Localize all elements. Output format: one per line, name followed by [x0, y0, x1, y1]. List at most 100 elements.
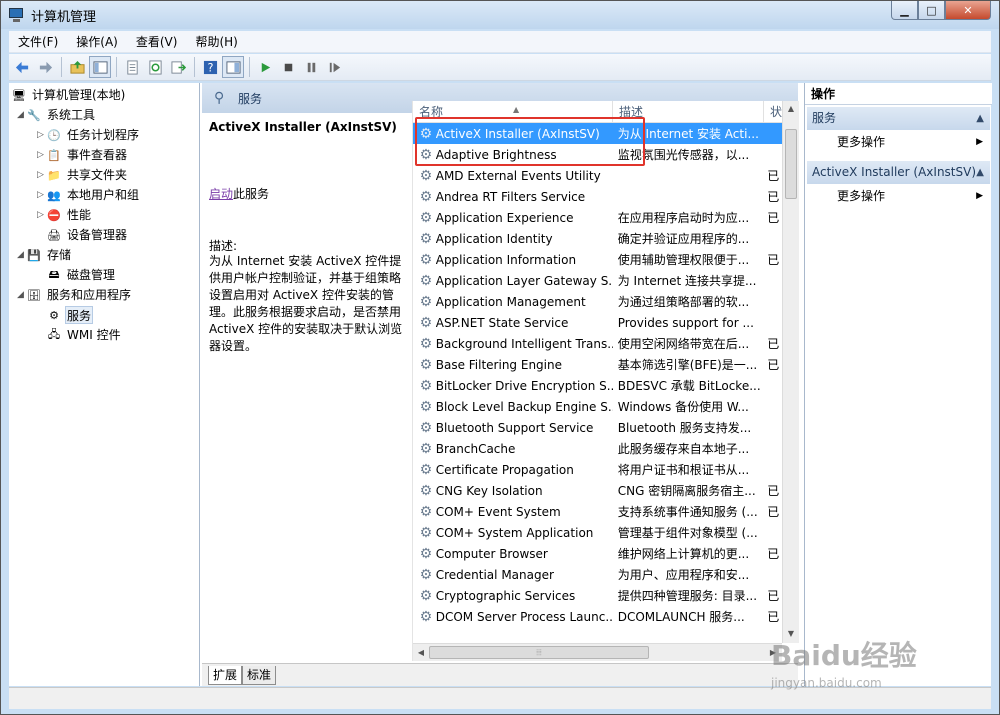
table-row[interactable]: ⚙ Application Information 使用辅助管理权限便于... 已 — [413, 249, 782, 270]
table-row[interactable]: ⚙ Adaptive Brightness 监视氛围光传感器，以... — [413, 144, 782, 165]
table-row[interactable]: ⚙ COM+ Event System 支持系统事件通知服务 (... 已 — [413, 501, 782, 522]
collapse-up-icon[interactable]: ▲ — [976, 161, 984, 184]
more-actions-services[interactable]: 更多操作 ▶ — [807, 131, 990, 153]
tree-item-event-viewer[interactable]: ▷ 📋 事件查看器 — [35, 145, 129, 165]
tab-extended[interactable]: 扩展 — [208, 666, 243, 685]
table-row[interactable]: ⚙ COM+ System Application 管理基于组件对象模型 (... — [413, 522, 782, 543]
column-name[interactable]: 名称 ▲ — [413, 101, 613, 123]
table-row[interactable]: ⚙ Andrea RT Filters Service 已 — [413, 186, 782, 207]
vertical-scrollbar[interactable]: ▲ ▼ — [782, 101, 799, 643]
export-button[interactable] — [167, 56, 189, 78]
tree-item-local-users[interactable]: ▷ 👥 本地用户和组 — [35, 185, 141, 205]
horizontal-scroll-thumb[interactable]: ⦙⦙⦙ — [429, 646, 649, 659]
view-button[interactable] — [222, 56, 244, 78]
service-name: Adaptive Brightness — [435, 147, 557, 162]
collapsed-arrow-icon[interactable]: ▷ — [35, 170, 46, 180]
table-row[interactable]: ⚙ Block Level Backup Engine S... Windows 备… — [413, 396, 782, 417]
tree-item-services-and-apps[interactable]: ◢ 🗄 服务和应用程序 — [15, 285, 133, 305]
table-row[interactable]: ⚙ BitLocker Drive Encryption S... BDESVC 承… — [413, 375, 782, 396]
gear-icon: ⚙ — [419, 419, 433, 436]
description-label: 描述: — [209, 239, 238, 253]
table-row[interactable]: ⚙ Background Intelligent Trans... 使用空闲网络带宽… — [413, 333, 782, 354]
help-button[interactable]: ? — [199, 56, 221, 78]
refresh-button[interactable] — [144, 56, 166, 78]
tree-item-storage[interactable]: ◢ 💾 存储 — [15, 245, 73, 265]
baidu-watermark: Baidu经验 jingyan.baidu.com — [771, 639, 917, 690]
tree-root[interactable]: 🖥 计算机管理(本地) — [11, 85, 127, 105]
back-button[interactable] — [11, 56, 33, 78]
table-row[interactable]: ⚙ Bluetooth Support Service Bluetooth 服务支持… — [413, 417, 782, 438]
menu-bar: 文件(F) 操作(A) 查看(V) 帮助(H) — [9, 31, 991, 53]
start-service-link[interactable]: 启动 — [209, 187, 233, 201]
tree-item-disk-management[interactable]: 🖴 磁盘管理 — [46, 265, 117, 285]
tree-item-task-scheduler[interactable]: ▷ 🕒 任务计划程序 — [35, 125, 141, 145]
collapsed-arrow-icon[interactable]: ▷ — [35, 130, 46, 140]
menu-file[interactable]: 文件(F) — [9, 31, 67, 53]
table-row[interactable]: ⚙ Credential Manager 为用户、应用程序和安... — [413, 564, 782, 585]
collapsed-arrow-icon[interactable]: ▷ — [35, 210, 46, 220]
table-row[interactable]: ⚙ Cryptographic Services 提供四种管理服务: 目录... 已 — [413, 585, 782, 606]
pause-service-button[interactable] — [300, 56, 322, 78]
menu-view[interactable]: 查看(V) — [127, 31, 187, 53]
table-row[interactable]: ⚙ ActiveX Installer (AxInstSV) 为从 Internet… — [413, 123, 782, 144]
up-button[interactable] — [66, 56, 88, 78]
services-icon: ⚙ — [49, 308, 59, 322]
expanded-arrow-icon[interactable]: ◢ — [15, 290, 26, 300]
show-tree-button[interactable] — [89, 56, 111, 78]
table-row[interactable]: ⚙ Application Experience 在应用程序启动时为应... 已 — [413, 207, 782, 228]
gear-icon: ⚙ — [419, 482, 433, 499]
column-status[interactable]: 状 — [764, 101, 782, 123]
column-description[interactable]: 描述 — [613, 101, 764, 123]
menu-action[interactable]: 操作(A) — [67, 31, 127, 53]
more-actions-activex[interactable]: 更多操作 ▶ — [807, 185, 990, 207]
service-name: Bluetooth Support Service — [435, 420, 594, 435]
stop-service-button[interactable] — [277, 56, 299, 78]
service-name: Computer Browser — [435, 546, 548, 561]
tree-item-device-manager[interactable]: 🖨 设备管理器 — [46, 225, 129, 245]
service-name: Cryptographic Services — [435, 588, 576, 603]
table-row[interactable]: ⚙ CNG Key Isolation CNG 密钥隔离服务宿主... 已 — [413, 480, 782, 501]
maximize-icon: □ — [926, 3, 937, 17]
table-row[interactable]: ⚙ Computer Browser 维护网络上计算机的更... 已 — [413, 543, 782, 564]
restart-service-button[interactable] — [323, 56, 345, 78]
service-description: 确定并验证应用程序的... — [617, 232, 750, 246]
table-row[interactable]: ⚙ AMD External Events Utility 已 — [413, 165, 782, 186]
horizontal-scrollbar[interactable]: ◀ ⦙⦙⦙ ▶ — [413, 643, 782, 661]
title-bar[interactable]: 计算机管理 ▁ □ ✕ — [1, 1, 999, 29]
vertical-scroll-thumb[interactable] — [785, 129, 797, 199]
expanded-arrow-icon[interactable]: ◢ — [15, 110, 26, 120]
service-name: Andrea RT Filters Service — [435, 189, 586, 204]
table-row[interactable]: ⚙ DCOM Server Process Launc... DCOMLAUNCH … — [413, 606, 782, 627]
table-row[interactable]: ⚙ Application Management 为通过组策略部署的软... — [413, 291, 782, 312]
minimize-button[interactable]: ▁ — [891, 1, 918, 20]
expanded-arrow-icon[interactable]: ◢ — [15, 250, 26, 260]
forward-button[interactable] — [34, 56, 56, 78]
table-row[interactable]: ⚙ ASP.NET State Service Provides support f… — [413, 312, 782, 333]
tab-standard[interactable]: 标准 — [242, 666, 277, 685]
table-row[interactable]: ⚙ Application Identity 确定并验证应用程序的... — [413, 228, 782, 249]
table-row[interactable]: ⚙ Base Filtering Engine 基本筛选引擎(BFE)是一... 已 — [413, 354, 782, 375]
table-row[interactable]: ⚙ Certificate Propagation 将用户证书和根证书从... — [413, 459, 782, 480]
properties-button[interactable] — [121, 56, 143, 78]
actions-section-activex[interactable]: ActiveX Installer (AxInstSV) ▲ — [807, 161, 990, 184]
start-service-button[interactable] — [254, 56, 276, 78]
view-icon — [225, 60, 241, 74]
tree-item-shared-folders[interactable]: ▷ 📁 共享文件夹 — [35, 165, 129, 185]
collapse-up-icon[interactable]: ▲ — [976, 107, 984, 130]
services-list: 名称 ▲ 描述 状 ⚙ ActiveX Installer (AxInstSV) 为从… — [412, 101, 799, 661]
close-button[interactable]: ✕ — [945, 1, 991, 20]
tree-item-system-tools[interactable]: ◢ 🔧 系统工具 — [15, 105, 97, 125]
collapsed-arrow-icon[interactable]: ▷ — [35, 190, 46, 200]
scroll-left-icon[interactable]: ◀ — [413, 645, 429, 661]
collapsed-arrow-icon[interactable]: ▷ — [35, 150, 46, 160]
performance-icon: ⛔ — [47, 208, 61, 222]
tree-item-performance[interactable]: ▷ ⛔ 性能 — [35, 205, 93, 225]
tree-item-wmi-control[interactable]: 🖧 WMI 控件 — [46, 325, 123, 345]
scroll-up-icon[interactable]: ▲ — [783, 101, 799, 117]
table-row[interactable]: ⚙ BranchCache 此服务缓存来自本地子... — [413, 438, 782, 459]
table-row[interactable]: ⚙ Application Layer Gateway S... 为 Interne… — [413, 270, 782, 291]
tree-item-services[interactable]: ⚙ 服务 — [46, 305, 94, 325]
actions-section-services[interactable]: 服务 ▲ — [807, 107, 990, 130]
maximize-button[interactable]: □ — [918, 1, 945, 20]
menu-help[interactable]: 帮助(H) — [186, 31, 246, 53]
